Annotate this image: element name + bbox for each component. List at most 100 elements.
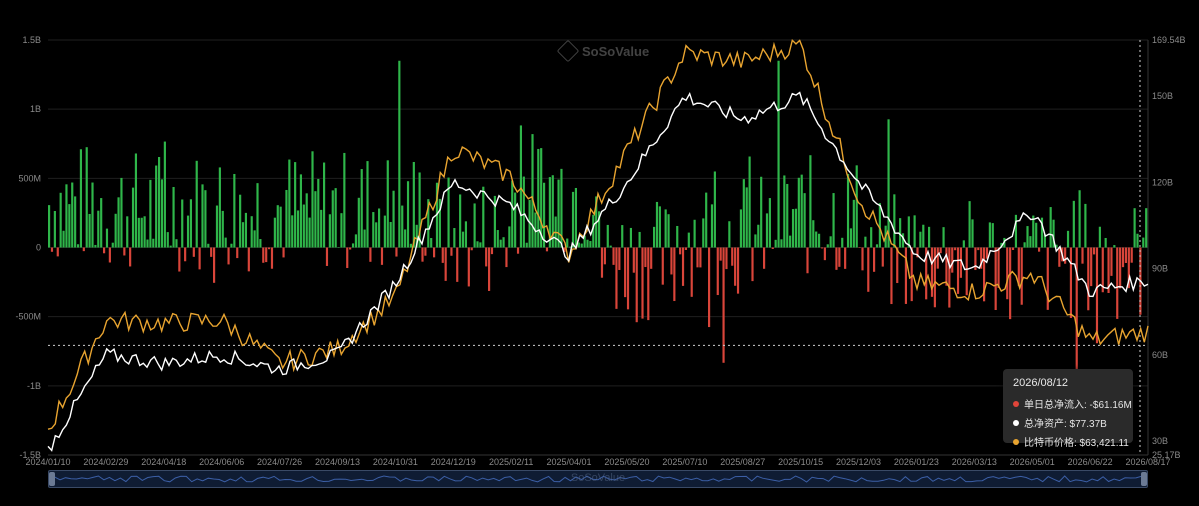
flow-bar bbox=[832, 193, 835, 248]
flow-bar bbox=[702, 218, 705, 248]
flow-bar bbox=[1121, 247, 1125, 268]
chart-area[interactable]: 1.5B 1B 500M 0 -500M -1B -1.5B 169.54B 150B 120B 9… bbox=[0, 0, 1199, 501]
flow-bar bbox=[522, 176, 525, 248]
left-axis-tick: 1.5B bbox=[22, 35, 41, 45]
flow-bar bbox=[137, 217, 140, 248]
flow-bar bbox=[716, 247, 719, 296]
flow-bar bbox=[155, 165, 158, 248]
flow-bar bbox=[919, 231, 922, 248]
flow-bar bbox=[661, 247, 664, 285]
flow-bar bbox=[956, 247, 960, 294]
flow-bar bbox=[1023, 242, 1026, 248]
flow-bar bbox=[65, 184, 68, 248]
flow-bar bbox=[265, 247, 268, 263]
flow-bar bbox=[913, 215, 916, 248]
x-axis-tick: 2024/04/18 bbox=[141, 457, 186, 467]
brand-logo-icon bbox=[556, 39, 580, 63]
flow-bar bbox=[997, 247, 1000, 288]
flow-bar bbox=[600, 247, 604, 278]
flow-bar bbox=[708, 247, 711, 328]
flow-bar bbox=[392, 190, 395, 248]
flow-bar bbox=[875, 244, 879, 248]
flow-bar bbox=[433, 247, 436, 258]
flow-bar bbox=[1095, 247, 1099, 344]
data-tooltip: 2026/08/12 单日总净流入: -$61.16M 总净资产: $77.37… bbox=[1003, 369, 1133, 449]
flow-bar bbox=[728, 221, 731, 248]
flow-bar bbox=[904, 247, 908, 304]
flow-bar bbox=[305, 193, 308, 248]
x-axis-tick: 2026/08/17 bbox=[1125, 457, 1170, 467]
flow-bar bbox=[878, 203, 881, 248]
range-scrollbar[interactable]: SoSoValue bbox=[48, 470, 1148, 488]
flow-bar bbox=[696, 247, 699, 268]
flow-bar bbox=[864, 236, 867, 248]
flow-bar bbox=[841, 237, 844, 248]
flow-bar bbox=[103, 247, 106, 254]
price-dot-icon bbox=[1013, 438, 1019, 445]
flow-bar bbox=[120, 177, 123, 248]
flow-bar bbox=[1124, 247, 1128, 263]
flow-bar bbox=[771, 247, 774, 249]
flow-bar bbox=[826, 244, 829, 248]
assets-dot-icon bbox=[1013, 419, 1019, 426]
x-axis-tick: 2026/03/13 bbox=[952, 457, 997, 467]
flow-bar bbox=[922, 224, 925, 248]
flow-bar bbox=[1066, 230, 1070, 248]
flow-bar bbox=[357, 197, 360, 248]
flow-bar bbox=[149, 179, 152, 248]
flow-bar bbox=[464, 221, 468, 248]
x-axis-tick: 2024/09/13 bbox=[315, 457, 360, 467]
flow-bar bbox=[369, 247, 372, 262]
flow-bar bbox=[566, 238, 569, 248]
flow-bar bbox=[971, 219, 974, 248]
flow-bar bbox=[1133, 208, 1136, 248]
flow-bar bbox=[812, 220, 815, 248]
flow-bar bbox=[479, 242, 482, 248]
flow-bar bbox=[482, 186, 485, 248]
left-axis-tick: 500M bbox=[18, 173, 41, 183]
flow-bar bbox=[719, 247, 722, 261]
flow-bar bbox=[531, 134, 534, 248]
tooltip-row-assets: 总净资产: $77.37B bbox=[1013, 415, 1123, 430]
flow-bar bbox=[169, 245, 172, 248]
flow-bar bbox=[328, 214, 331, 248]
flow-bar bbox=[760, 176, 763, 248]
flow-bar bbox=[893, 194, 896, 248]
range-handle-right[interactable] bbox=[1141, 472, 1147, 486]
tooltip-row-price: 比特币价格: $63,421.11 bbox=[1013, 434, 1129, 449]
range-handle-left[interactable] bbox=[49, 472, 55, 486]
flow-bar bbox=[664, 209, 667, 248]
x-axis-tick: 2026/06/22 bbox=[1068, 457, 1113, 467]
flow-bar bbox=[140, 217, 143, 248]
flow-bar bbox=[1078, 190, 1081, 248]
flow-bar bbox=[1119, 247, 1122, 289]
flow-bar bbox=[53, 210, 56, 248]
x-axis-tick: 2025/07/10 bbox=[662, 457, 707, 467]
flow-bar bbox=[1009, 247, 1012, 320]
flow-bar bbox=[91, 182, 94, 248]
flow-bar bbox=[398, 60, 401, 248]
flow-bar bbox=[603, 247, 606, 265]
flow-bar bbox=[259, 239, 262, 248]
flow-bar bbox=[818, 233, 821, 248]
flow-bar bbox=[250, 216, 253, 248]
flow-bar bbox=[641, 247, 644, 319]
flow-bar bbox=[725, 247, 728, 270]
flow-bar bbox=[386, 160, 389, 248]
flow-bar bbox=[1130, 247, 1133, 263]
flow-bar bbox=[757, 224, 760, 248]
flow-bar bbox=[111, 242, 114, 248]
tooltip-date: 2026/08/12 bbox=[1013, 377, 1069, 389]
tooltip-price-label: 比特币价格: $63,421.11 bbox=[1024, 438, 1129, 449]
flow-bar bbox=[68, 204, 71, 248]
flow-bar bbox=[213, 247, 216, 283]
left-axis-tick: -1B bbox=[27, 381, 41, 391]
flow-bar bbox=[94, 244, 97, 248]
flow-bar bbox=[218, 167, 221, 248]
flow-bar bbox=[951, 247, 954, 273]
flow-bar bbox=[965, 247, 968, 296]
flow-bar bbox=[48, 205, 51, 248]
flow-bar bbox=[337, 247, 340, 248]
flow-bar bbox=[441, 247, 444, 263]
flow-bar bbox=[450, 247, 453, 256]
